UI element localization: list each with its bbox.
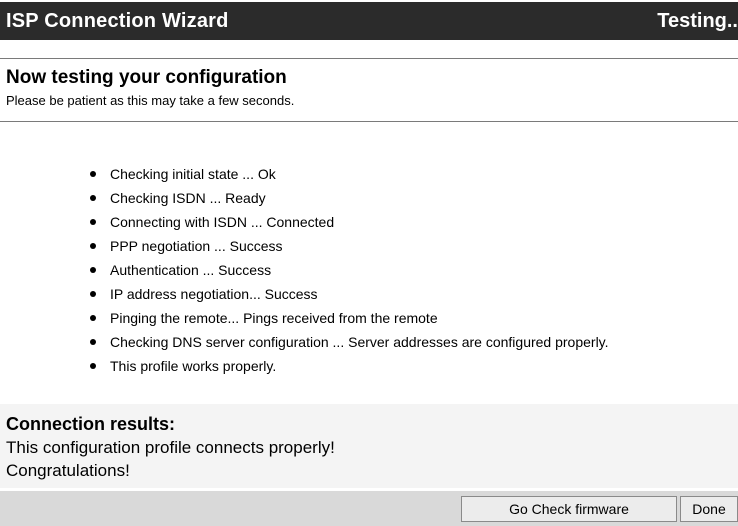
list-item: Checking DNS server configuration ... Se…: [90, 333, 609, 357]
connection-results-panel: Connection results: This configuration p…: [0, 404, 738, 488]
list-item: Connecting with ISDN ... Connected: [90, 213, 609, 237]
results-congratulations: Congratulations!: [6, 461, 130, 480]
step-text: IP address negotiation... Success: [110, 286, 318, 302]
done-button[interactable]: Done: [680, 496, 738, 522]
list-item: Checking initial state ... Ok: [90, 165, 609, 189]
results-heading: Connection results:: [6, 414, 176, 434]
wizard-status: Testing..: [657, 10, 738, 32]
divider-bottom: [0, 121, 738, 122]
bullet-icon: [90, 195, 96, 201]
step-text: Pinging the remote... Pings received fro…: [110, 310, 438, 326]
list-item: IP address negotiation... Success: [90, 285, 609, 309]
divider-top: [0, 58, 738, 59]
title-bar: ISP Connection Wizard Testing..: [0, 2, 738, 40]
list-item: Checking ISDN ... Ready: [90, 189, 609, 213]
page-heading: Now testing your configuration: [6, 67, 287, 88]
list-item: This profile works properly.: [90, 357, 609, 381]
button-bar: Go Check firmware Done: [0, 491, 738, 526]
bullet-icon: [90, 267, 96, 273]
step-text: Connecting with ISDN ... Connected: [110, 214, 335, 230]
step-text: Checking DNS server configuration ... Se…: [110, 334, 609, 350]
bullet-icon: [90, 339, 96, 345]
bullet-icon: [90, 243, 96, 249]
test-steps-list: Checking initial state ... Ok Checking I…: [90, 165, 609, 381]
list-item: PPP negotiation ... Success: [90, 237, 609, 261]
bullet-icon: [90, 171, 96, 177]
step-text: This profile works properly.: [110, 358, 277, 374]
list-item: Pinging the remote... Pings received fro…: [90, 309, 609, 333]
step-text: Checking ISDN ... Ready: [110, 190, 266, 206]
bullet-icon: [90, 315, 96, 321]
go-check-firmware-button[interactable]: Go Check firmware: [461, 496, 677, 522]
step-text: Authentication ... Success: [110, 262, 272, 278]
list-item: Authentication ... Success: [90, 261, 609, 285]
bullet-icon: [90, 291, 96, 297]
step-text: Checking initial state ... Ok: [110, 166, 276, 182]
bullet-icon: [90, 219, 96, 225]
wizard-title: ISP Connection Wizard: [6, 10, 229, 32]
results-message: This configuration profile connects prop…: [6, 438, 335, 457]
page-subheading: Please be patient as this may take a few…: [6, 93, 295, 108]
bullet-icon: [90, 363, 96, 369]
step-text: PPP negotiation ... Success: [110, 238, 283, 254]
